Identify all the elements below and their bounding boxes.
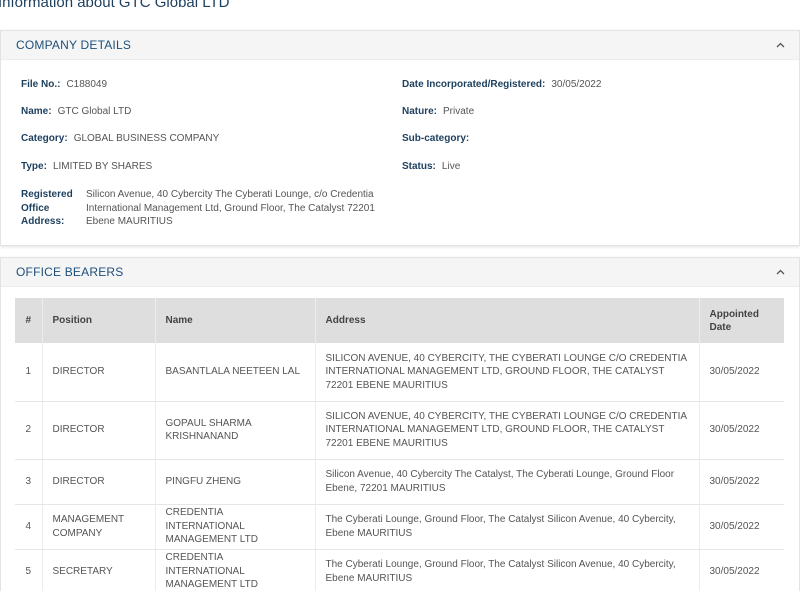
row-address: Silicon Avenue, 40 Cybercity The Catalys… bbox=[315, 459, 700, 505]
column-header-number[interactable]: # bbox=[15, 298, 43, 343]
name-value: GTC Global LTD bbox=[57, 106, 132, 117]
column-header-position[interactable]: Position bbox=[42, 298, 156, 343]
status-field: Status: Live bbox=[402, 160, 460, 174]
date-incorporated-label: Date Incorporated/Registered: bbox=[402, 79, 546, 90]
row-name: PINGFU ZHENG bbox=[155, 459, 316, 505]
nature-label: Nature: bbox=[402, 106, 438, 117]
row-number: 5 bbox=[15, 549, 43, 591]
table-row: 1 DIRECTOR BASANTLALA NEETEEN LAL SILICO… bbox=[15, 343, 784, 402]
row-name: CREDENTIA INTERNATIONAL MANAGEMENT LTD bbox=[155, 549, 316, 591]
row-name: BASANTLALA NEETEEN LAL bbox=[155, 343, 316, 402]
name-label: Name: bbox=[21, 106, 52, 117]
status-label: Status: bbox=[402, 161, 436, 172]
row-address: The Cyberati Lounge, Ground Floor, The C… bbox=[315, 549, 700, 591]
row-address: SILICON AVENUE, 40 CYBERCITY, THE CYBERA… bbox=[315, 401, 700, 460]
category-value: GLOBAL BUSINESS COMPANY bbox=[73, 133, 220, 144]
table-row: 4 MANAGEMENT COMPANY CREDENTIA INTERNATI… bbox=[15, 504, 784, 550]
row-number: 4 bbox=[15, 504, 43, 550]
office-bearers-panel: OFFICE BEARERS # Position Name Address A… bbox=[0, 257, 800, 591]
sub-category-field: Sub-category: bbox=[402, 132, 475, 146]
registered-address-value: Silicon Avenue, 40 Cybercity The Cyberat… bbox=[86, 189, 375, 227]
file-no-field: File No.: C188049 bbox=[21, 78, 107, 92]
registered-address-field: Registered Office Address: Silicon Avenu… bbox=[21, 188, 390, 229]
registered-address-label: Registered Office Address: bbox=[21, 189, 73, 227]
office-bearers-header[interactable]: OFFICE BEARERS bbox=[1, 258, 799, 287]
row-name: CREDENTIA INTERNATIONAL MANAGEMENT LTD bbox=[155, 504, 316, 550]
column-header-appointed-date[interactable]: Appointed Date bbox=[699, 298, 784, 343]
category-label: Category: bbox=[21, 133, 68, 144]
table-header-row: # Position Name Address Appointed Date bbox=[15, 298, 784, 343]
row-address: SILICON AVENUE, 40 CYBERCITY, THE CYBERA… bbox=[315, 343, 700, 402]
row-appointed-date: 30/05/2022 bbox=[699, 504, 784, 550]
type-value: LIMITED BY SHARES bbox=[52, 161, 153, 172]
row-address: The Cyberati Lounge, Ground Floor, The C… bbox=[315, 504, 700, 550]
nature-field: Nature: Private bbox=[402, 105, 474, 119]
row-position: SECRETARY bbox=[42, 549, 156, 591]
row-appointed-date: 30/05/2022 bbox=[699, 549, 784, 591]
chevron-up-icon[interactable] bbox=[775, 40, 785, 50]
category-field: Category: GLOBAL BUSINESS COMPANY bbox=[21, 132, 219, 146]
page-title: Information about GTC Global LTD bbox=[0, 0, 230, 11]
status-value: Live bbox=[441, 161, 461, 172]
date-incorporated-value: 30/05/2022 bbox=[551, 79, 602, 90]
table-row: 3 DIRECTOR PINGFU ZHENG Silicon Avenue, … bbox=[15, 459, 784, 505]
type-label: Type: bbox=[21, 161, 47, 172]
row-number: 1 bbox=[15, 343, 43, 402]
name-field: Name: GTC Global LTD bbox=[21, 105, 131, 119]
row-name: GOPAUL SHARMA KRISHNANAND bbox=[155, 401, 316, 460]
row-appointed-date: 30/05/2022 bbox=[699, 459, 784, 505]
company-details-header[interactable]: COMPANY DETAILS bbox=[1, 31, 799, 60]
office-bearers-title: OFFICE BEARERS bbox=[16, 265, 124, 279]
row-appointed-date: 30/05/2022 bbox=[699, 401, 784, 460]
row-position: DIRECTOR bbox=[42, 459, 156, 505]
type-field: Type: LIMITED BY SHARES bbox=[21, 160, 152, 174]
row-appointed-date: 30/05/2022 bbox=[699, 343, 784, 402]
row-number: 2 bbox=[15, 401, 43, 460]
column-header-address[interactable]: Address bbox=[315, 298, 700, 343]
table-row: 5 SECRETARY CREDENTIA INTERNATIONAL MANA… bbox=[15, 549, 784, 591]
sub-category-label: Sub-category: bbox=[402, 133, 470, 144]
company-details-title: COMPANY DETAILS bbox=[16, 38, 132, 52]
row-position: MANAGEMENT COMPANY bbox=[42, 504, 156, 550]
nature-value: Private bbox=[443, 106, 475, 117]
column-header-name[interactable]: Name bbox=[155, 298, 316, 343]
file-no-label: File No.: bbox=[21, 79, 61, 90]
row-number: 3 bbox=[15, 459, 43, 505]
row-position: DIRECTOR bbox=[42, 401, 156, 460]
table-row: 2 DIRECTOR GOPAUL SHARMA KRISHNANAND SIL… bbox=[15, 401, 784, 460]
company-details-panel: COMPANY DETAILS File No.: C188049 Name: … bbox=[0, 30, 800, 246]
office-bearers-table: # Position Name Address Appointed Date 1… bbox=[15, 298, 784, 591]
row-position: DIRECTOR bbox=[42, 343, 156, 402]
date-incorporated-field: Date Incorporated/Registered: 30/05/2022 bbox=[402, 78, 601, 92]
file-no-value: C188049 bbox=[66, 79, 108, 90]
chevron-up-icon[interactable] bbox=[775, 267, 785, 277]
